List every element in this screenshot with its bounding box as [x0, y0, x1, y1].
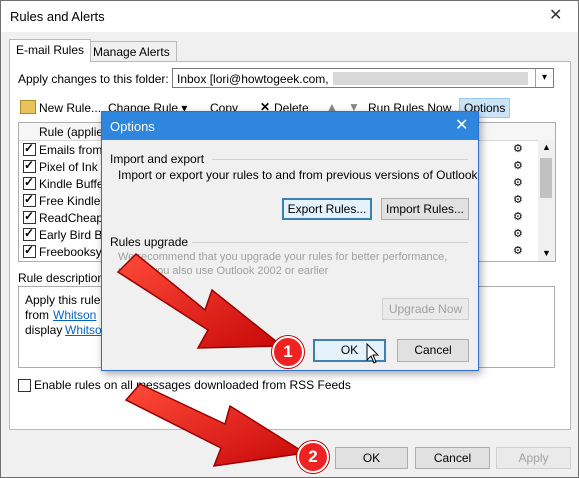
rule-checkbox[interactable]: [23, 141, 36, 156]
options-title-bar: Options ✕: [102, 112, 478, 140]
scroll-thumb[interactable]: [540, 158, 552, 198]
import-export-description: Import or export your rules to and from …: [118, 168, 478, 182]
rule-description-label: Rule description: [18, 271, 105, 285]
rule-actions-icon: ⚙: [513, 160, 523, 172]
redacted-block: [333, 72, 528, 85]
tab-manage-alerts[interactable]: Manage Alerts: [86, 41, 177, 63]
window-title: Rules and Alerts: [10, 9, 105, 24]
divider: [212, 159, 468, 160]
options-dialog: Options ✕ Import and export Import or ex…: [101, 111, 479, 371]
rule-checkbox[interactable]: [23, 192, 36, 207]
rules-column-header[interactable]: Rule (applied: [39, 125, 110, 139]
description-link-2[interactable]: Whitso: [65, 323, 102, 337]
description-line-2-prefix: from: [25, 308, 49, 322]
rule-actions-icon: ⚙: [513, 194, 523, 206]
rule-checkbox[interactable]: [23, 243, 36, 258]
scroll-up-icon[interactable]: ▲: [542, 142, 551, 152]
close-icon[interactable]: ✕: [455, 118, 468, 134]
import-rules-button[interactable]: Import Rules...: [381, 198, 469, 220]
rule-checkbox[interactable]: [23, 209, 36, 224]
description-link-1[interactable]: Whitson: [53, 308, 96, 322]
upgrade-description-2: u you also use Outlook 2002 or earlier: [118, 265, 329, 277]
new-rule-button[interactable]: New Rule...: [39, 101, 101, 115]
divider: [192, 242, 468, 243]
rule-actions-icon: ⚙: [513, 211, 523, 223]
rules-scrollbar[interactable]: ▲ ▼: [538, 140, 555, 261]
export-rules-button[interactable]: Export Rules...: [282, 198, 372, 220]
mouse-cursor-icon: [366, 343, 380, 364]
scroll-down-icon[interactable]: ▼: [542, 248, 551, 258]
folder-label: Apply changes to this folder:: [18, 72, 169, 86]
description-line-3-prefix: display: [25, 323, 63, 337]
cancel-button[interactable]: Cancel: [415, 447, 490, 469]
tab-email-rules[interactable]: E-mail Rules: [9, 39, 92, 62]
folder-select-value: Inbox [lori@howtogeek.com,: [177, 72, 329, 86]
upgrade-description-1: We recommend that you upgrade your rules…: [118, 251, 448, 263]
options-title: Options: [110, 119, 155, 134]
close-icon[interactable]: ✕: [549, 8, 562, 24]
callout-badge-2: 2: [297, 441, 329, 473]
new-rule-icon: [20, 100, 36, 114]
rss-checkbox[interactable]: [18, 379, 31, 392]
options-cancel-button[interactable]: Cancel: [397, 339, 469, 362]
folder-select[interactable]: Inbox [lori@howtogeek.com, ▾: [172, 68, 554, 88]
apply-button[interactable]: Apply: [496, 447, 571, 469]
rule-checkbox[interactable]: [23, 175, 36, 190]
rule-actions-icon: ⚙: [513, 245, 523, 257]
chevron-down-icon[interactable]: ▾: [535, 69, 553, 87]
ok-button[interactable]: OK: [335, 447, 408, 469]
callout-badge-1: 1: [272, 336, 304, 368]
rule-actions-icon: ⚙: [513, 177, 523, 189]
description-line-1: Apply this rule: [25, 293, 101, 307]
upgrade-now-button[interactable]: Upgrade Now: [382, 298, 469, 320]
rule-actions-icon: ⚙: [513, 143, 523, 155]
rule-checkbox[interactable]: [23, 158, 36, 173]
title-bar: Rules and Alerts ✕: [1, 1, 578, 32]
rule-checkbox[interactable]: [23, 226, 36, 241]
rules-upgrade-heading: Rules upgrade: [110, 235, 189, 249]
import-export-heading: Import and export: [110, 152, 205, 166]
rss-label: Enable rules on all messages downloaded …: [34, 378, 351, 392]
rule-actions-icon: ⚙: [513, 228, 523, 240]
